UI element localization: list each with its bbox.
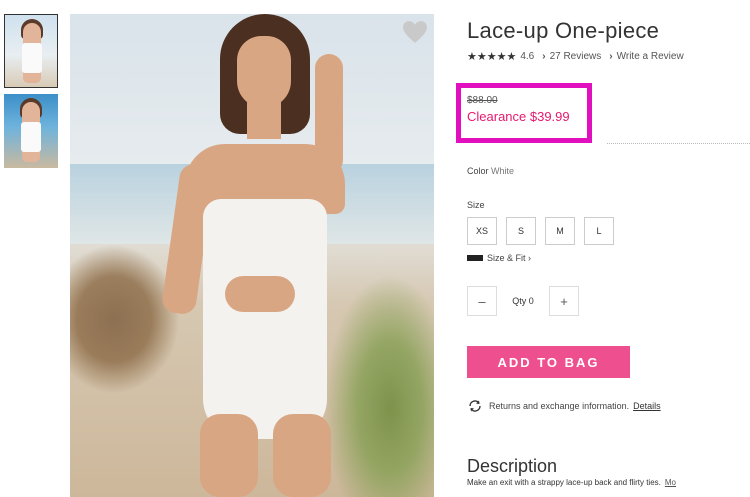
qty-increase-button[interactable]: + — [549, 286, 579, 316]
thumbnail-front[interactable] — [4, 14, 58, 88]
divider — [607, 143, 750, 144]
returns-row: Returns and exchange information. Detail… — [467, 400, 661, 412]
color-value: White — [491, 166, 515, 176]
details-link[interactable]: Details — [633, 401, 661, 411]
description-more-link[interactable]: Mo — [665, 478, 676, 487]
star-rating-icon: ★★★★★ — [467, 51, 517, 63]
returns-text: Returns and exchange information. — [489, 401, 630, 411]
add-to-bag-button[interactable]: ADD TO BAG — [467, 346, 630, 378]
size-option-m[interactable]: M — [545, 217, 575, 245]
write-review-link[interactable]: Write a Review — [617, 51, 684, 62]
color-row: Color White — [467, 166, 514, 176]
refresh-icon — [469, 400, 481, 412]
description-title: Description — [467, 456, 558, 476]
product-main-image — [70, 14, 434, 497]
size-option-s[interactable]: S — [506, 217, 536, 245]
qty-decrease-button[interactable]: – — [467, 286, 497, 316]
size-fit-label: Size & Fit › — [487, 253, 532, 263]
description-text: Make an exit with a strappy lace-up back… — [467, 478, 676, 487]
description-body: Make an exit with a strappy lace-up back… — [467, 478, 661, 487]
thumbnail-list — [4, 14, 60, 174]
size-fit-link[interactable]: Size & Fit › — [467, 253, 531, 263]
size-options: XS S M L — [467, 217, 614, 245]
ruler-icon — [467, 255, 483, 261]
quantity-stepper: – Qty 0 + — [467, 286, 579, 316]
rating-value: 4.6 — [520, 51, 535, 62]
rating-row: ★★★★★ 4.6 › 27 Reviews › Write a Review — [467, 50, 684, 63]
clearance-price: Clearance $39.99 — [467, 109, 570, 124]
original-price: $88.00 — [467, 95, 498, 106]
size-label: Size — [467, 200, 485, 210]
thumbnail-back[interactable] — [4, 94, 58, 168]
color-label: Color — [467, 166, 489, 176]
size-option-l[interactable]: L — [584, 217, 614, 245]
chevron-right-icon: › — [609, 51, 613, 62]
heart-icon[interactable] — [402, 20, 428, 44]
reviews-link[interactable]: 27 Reviews — [550, 51, 602, 62]
chevron-right-icon: › — [542, 51, 546, 62]
qty-label: Qty 0 — [512, 296, 534, 306]
product-title: Lace-up One-piece — [467, 18, 660, 43]
size-option-xs[interactable]: XS — [467, 217, 497, 245]
